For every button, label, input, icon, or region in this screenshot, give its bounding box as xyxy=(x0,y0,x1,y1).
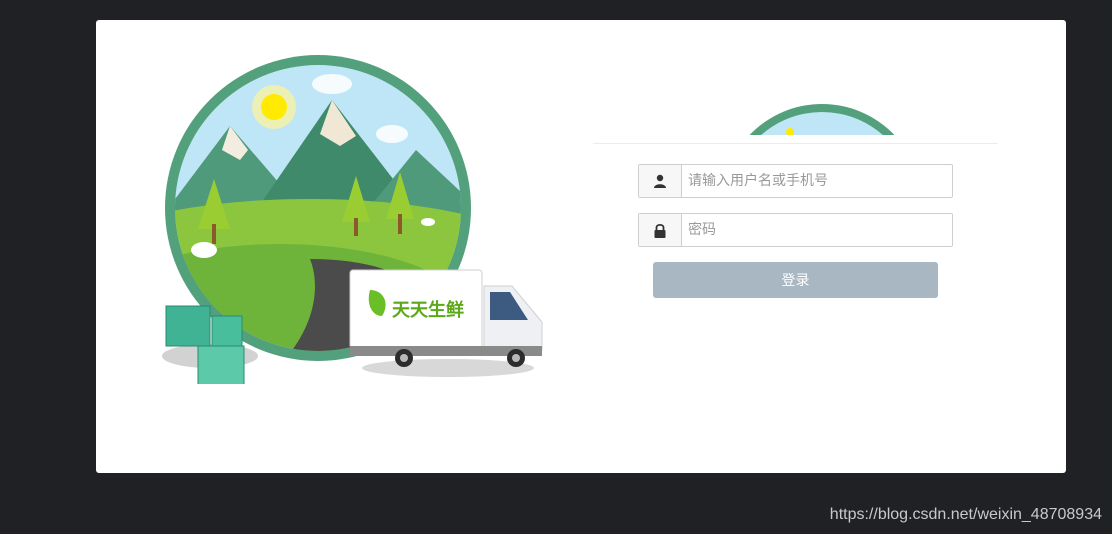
password-field xyxy=(638,213,953,247)
login-button[interactable]: 登录 xyxy=(653,262,938,298)
truck-logo-text: 天天生鲜 xyxy=(392,299,464,321)
lock-icon xyxy=(639,214,682,246)
password-input[interactable] xyxy=(682,214,952,246)
header-divider xyxy=(593,143,998,144)
username-field xyxy=(638,164,953,198)
watermark: https://blog.csdn.net/weixin_48708934 xyxy=(829,506,1102,523)
login-card: 天天生鲜 登录 xyxy=(96,20,1066,473)
username-input[interactable] xyxy=(682,165,952,197)
delivery-illustration: 天天生鲜 xyxy=(162,55,543,384)
user-icon xyxy=(639,165,682,197)
header-illustration xyxy=(749,104,895,135)
